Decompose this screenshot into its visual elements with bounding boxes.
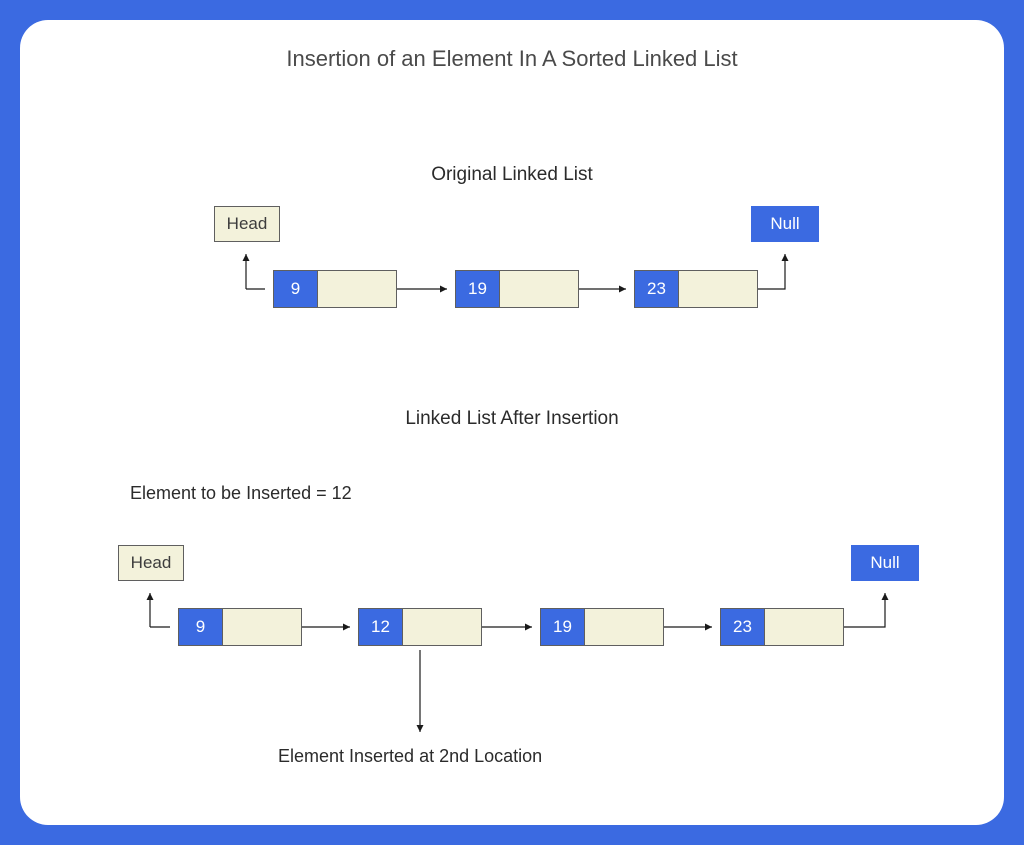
diagram-title: Insertion of an Element In A Sorted Link… xyxy=(20,20,1004,72)
node-2-3-value: 23 xyxy=(721,609,765,645)
node-1-1: 19 xyxy=(455,270,579,308)
null-box-1: Null xyxy=(751,206,819,242)
head-box-2: Head xyxy=(118,545,184,581)
node-2-2-value: 19 xyxy=(541,609,585,645)
node-1-2-pointer xyxy=(679,271,757,307)
callout-text: Element Inserted at 2nd Location xyxy=(278,746,542,767)
node-2-0: 9 xyxy=(178,608,302,646)
null-label-2: Null xyxy=(870,553,899,573)
node-2-2-pointer xyxy=(585,609,663,645)
node-2-1: 12 xyxy=(358,608,482,646)
node-2-3: 23 xyxy=(720,608,844,646)
null-box-2: Null xyxy=(851,545,919,581)
node-2-0-pointer xyxy=(223,609,301,645)
head-label-1: Head xyxy=(227,214,268,234)
node-2-3-pointer xyxy=(765,609,843,645)
head-label-2: Head xyxy=(131,553,172,573)
insert-note: Element to be Inserted = 12 xyxy=(130,483,352,504)
node-1-2: 23 xyxy=(634,270,758,308)
node-1-1-pointer xyxy=(500,271,578,307)
node-1-2-value: 23 xyxy=(635,271,679,307)
node-2-2: 19 xyxy=(540,608,664,646)
section2-heading: Linked List After Insertion xyxy=(20,408,1004,430)
node-2-0-value: 9 xyxy=(179,609,223,645)
node-1-0: 9 xyxy=(273,270,397,308)
node-1-0-pointer xyxy=(318,271,396,307)
head-box-1: Head xyxy=(214,206,280,242)
node-2-1-pointer xyxy=(403,609,481,645)
node-1-0-value: 9 xyxy=(274,271,318,307)
node-2-1-value: 12 xyxy=(359,609,403,645)
section1-heading: Original Linked List xyxy=(20,164,1004,186)
node-1-1-value: 19 xyxy=(456,271,500,307)
null-label-1: Null xyxy=(770,214,799,234)
diagram-canvas: Insertion of an Element In A Sorted Link… xyxy=(20,20,1004,825)
